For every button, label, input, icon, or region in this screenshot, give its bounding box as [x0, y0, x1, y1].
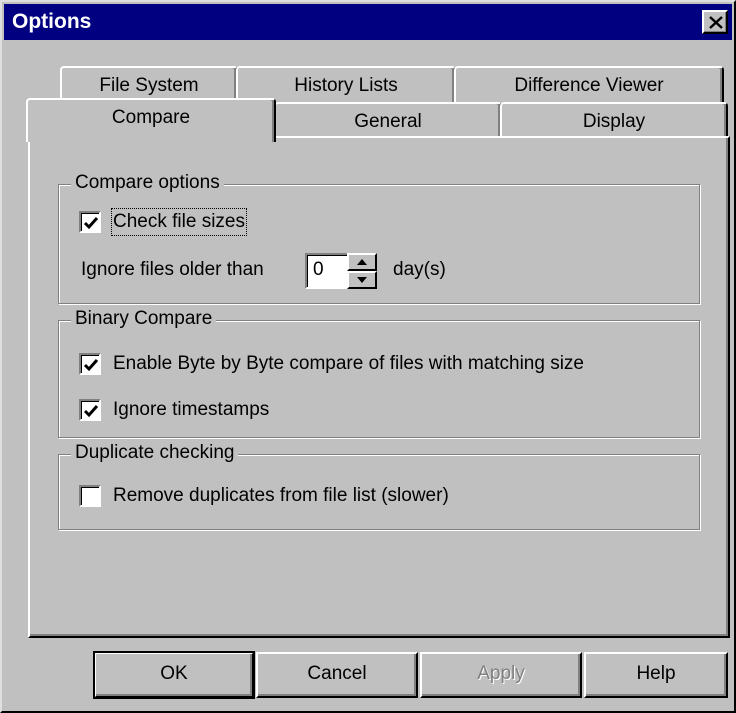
spin-down-button[interactable]: [347, 271, 377, 289]
tab-label: Display: [582, 111, 646, 132]
help-button[interactable]: Help: [584, 652, 728, 698]
tab-difference-viewer[interactable]: Difference Viewer: [454, 66, 724, 106]
apply-button[interactable]: Apply: [420, 652, 582, 698]
days-spinner: [347, 253, 377, 289]
byte-by-byte-label[interactable]: Enable Byte by Byte compare of files wit…: [113, 352, 584, 376]
byte-by-byte-checkbox[interactable]: [79, 353, 101, 375]
checkmark-icon: [83, 405, 99, 418]
window-title: Options: [12, 10, 92, 33]
ignore-timestamps-label[interactable]: Ignore timestamps: [113, 398, 269, 422]
remove-duplicates-label[interactable]: Remove duplicates from file list (slower…: [113, 484, 449, 508]
tab-label: History Lists: [294, 75, 398, 96]
duplicate-checking-group: Duplicate checking Remove duplicates fro…: [58, 442, 700, 530]
ignore-timestamps-checkbox[interactable]: [79, 399, 101, 421]
triangle-up-icon: [357, 259, 367, 265]
title-bar[interactable]: Options: [4, 4, 732, 40]
group-label: Duplicate checking: [71, 442, 239, 464]
tab-label: General: [354, 111, 422, 132]
tab-label: Difference Viewer: [514, 75, 664, 96]
triangle-down-icon: [357, 277, 367, 283]
close-icon: [709, 16, 723, 29]
check-file-sizes-label[interactable]: Check file sizes: [111, 208, 247, 236]
options-dialog: Options File System History Lists Differ…: [0, 0, 736, 713]
ok-button[interactable]: OK: [93, 651, 255, 699]
tab-compare[interactable]: Compare: [26, 98, 276, 142]
cancel-button[interactable]: Cancel: [256, 652, 418, 698]
remove-duplicates-checkbox[interactable]: [79, 485, 101, 507]
group-label: Binary Compare: [71, 308, 217, 330]
spin-up-button[interactable]: [347, 253, 377, 271]
group-label: Compare options: [71, 172, 224, 194]
check-file-sizes-checkbox[interactable]: [79, 211, 101, 233]
tab-label: Compare: [111, 107, 191, 128]
checkmark-icon: [83, 359, 99, 372]
compare-options-group: Compare options Check file sizes Ignore …: [58, 172, 700, 304]
compare-tab-panel: Compare options Check file sizes Ignore …: [28, 136, 730, 638]
binary-compare-group: Binary Compare Enable Byte by Byte compa…: [58, 308, 700, 438]
tab-label: File System: [99, 75, 199, 96]
ignore-older-label: Ignore files older than: [81, 259, 264, 280]
days-label: day(s): [393, 259, 446, 280]
checkmark-icon: [83, 217, 99, 230]
ignore-days-input[interactable]: 0: [305, 253, 349, 289]
close-button[interactable]: [702, 10, 728, 34]
